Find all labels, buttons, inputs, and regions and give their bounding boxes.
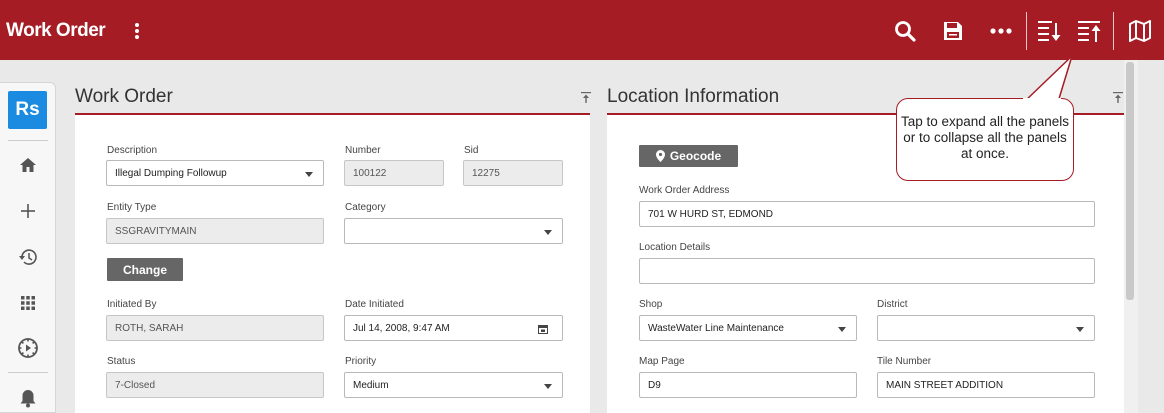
description-value: Illegal Dumping Followup xyxy=(115,167,227,179)
chevron-down-icon xyxy=(305,172,313,177)
more-icon[interactable] xyxy=(988,18,1014,44)
help-callout: Tap to expand all the panels or to colla… xyxy=(896,98,1074,181)
entity-type-field: SSGRAVITYMAIN xyxy=(106,218,324,244)
location-details-input[interactable] xyxy=(639,258,1095,284)
geocode-button[interactable]: Geocode xyxy=(639,145,738,167)
collapse-panel-icon[interactable] xyxy=(1113,92,1123,104)
tile-number-value: MAIN STREET ADDITION xyxy=(886,379,1004,391)
number-value: 100122 xyxy=(353,167,387,179)
status-field: 7-Closed xyxy=(106,372,324,398)
expand-all-icon[interactable] xyxy=(1036,18,1062,44)
apps-icon[interactable] xyxy=(16,291,40,315)
location-details-label: Location Details xyxy=(639,242,711,253)
shop-value: WasteWater Line Maintenance xyxy=(648,322,784,334)
priority-select[interactable]: Medium xyxy=(344,372,563,398)
category-label: Category xyxy=(345,202,386,213)
entity-type-label: Entity Type xyxy=(107,202,157,213)
sidebar-divider xyxy=(8,140,48,141)
chevron-down-icon xyxy=(544,230,552,235)
collapse-panel-icon[interactable] xyxy=(581,92,591,104)
search-icon[interactable] xyxy=(892,18,918,44)
plus-icon[interactable] xyxy=(16,199,40,223)
bell-icon[interactable] xyxy=(16,386,40,410)
chevron-down-icon xyxy=(544,384,552,389)
callout-text: Tap to expand all the panels or to colla… xyxy=(900,114,1070,161)
history-icon[interactable] xyxy=(16,245,40,269)
shop-label: Shop xyxy=(639,299,663,310)
status-value: 7-Closed xyxy=(115,379,156,391)
app-logo[interactable]: Rs xyxy=(8,91,47,129)
chevron-down-icon xyxy=(838,327,846,332)
sid-label: Sid xyxy=(464,145,479,156)
side-navigation: Rs xyxy=(0,82,56,413)
app-header: Work Order xyxy=(0,0,1164,60)
tile-number-label: Tile Number xyxy=(877,356,932,367)
initiated-by-field: ROTH, SARAH xyxy=(106,315,324,341)
date-initiated-label: Date Initiated xyxy=(345,299,404,310)
chevron-down-icon xyxy=(1076,327,1084,332)
status-label: Status xyxy=(107,356,136,367)
scrollbar-thumb[interactable] xyxy=(1126,62,1134,300)
toolbar-divider xyxy=(1113,12,1114,50)
initiated-by-value: ROTH, SARAH xyxy=(115,322,184,334)
priority-value: Medium xyxy=(353,379,389,391)
callout-joint xyxy=(1023,98,1061,101)
priority-label: Priority xyxy=(345,356,377,367)
tile-number-input[interactable]: MAIN STREET ADDITION xyxy=(877,372,1095,398)
district-label: District xyxy=(877,299,908,310)
number-label: Number xyxy=(345,145,381,156)
save-icon[interactable] xyxy=(940,18,966,44)
work-order-address-input[interactable]: 701 W HURD ST, EDMOND xyxy=(639,201,1095,227)
shop-select[interactable]: WasteWater Line Maintenance xyxy=(639,315,857,341)
initiated-by-label: Initiated By xyxy=(107,299,157,310)
kebab-menu-icon[interactable] xyxy=(131,21,143,41)
work-order-address-value: 701 W HURD ST, EDMOND xyxy=(648,208,774,220)
work-order-address-label: Work Order Address xyxy=(639,185,730,196)
map-page-label: Map Page xyxy=(639,356,685,367)
entity-type-value: SSGRAVITYMAIN xyxy=(115,225,197,237)
sid-field: 12275 xyxy=(463,160,563,186)
description-select[interactable]: Illegal Dumping Followup xyxy=(106,160,324,186)
map-marker-icon xyxy=(655,150,665,162)
date-initiated-value: Jul 14, 2008, 9:47 AM xyxy=(353,322,450,334)
workflow-icon[interactable] xyxy=(16,336,40,360)
map-page-input[interactable]: D9 xyxy=(639,372,857,398)
calendar-icon[interactable] xyxy=(538,324,548,334)
page-title: Work Order xyxy=(6,20,106,41)
date-initiated-field[interactable]: Jul 14, 2008, 9:47 AM xyxy=(344,315,563,341)
work-order-panel: Work Order Description Illegal Dumping F… xyxy=(75,78,591,413)
number-field: 100122 xyxy=(344,160,444,186)
geocode-label: Geocode xyxy=(669,149,722,163)
toolbar-divider xyxy=(1026,12,1027,50)
district-select[interactable] xyxy=(877,315,1095,341)
panel-header: Work Order xyxy=(75,78,591,115)
sidebar-divider xyxy=(8,372,48,373)
category-select[interactable] xyxy=(344,218,563,244)
panel-title: Location Information xyxy=(607,86,780,107)
sid-value: 12275 xyxy=(472,167,500,179)
map-icon[interactable] xyxy=(1127,18,1153,44)
description-label: Description xyxy=(107,145,158,156)
home-icon[interactable] xyxy=(16,153,40,177)
panel-title: Work Order xyxy=(75,86,173,107)
map-page-value: D9 xyxy=(648,379,661,391)
collapse-all-icon[interactable] xyxy=(1076,18,1102,44)
change-button[interactable]: Change xyxy=(107,258,183,281)
